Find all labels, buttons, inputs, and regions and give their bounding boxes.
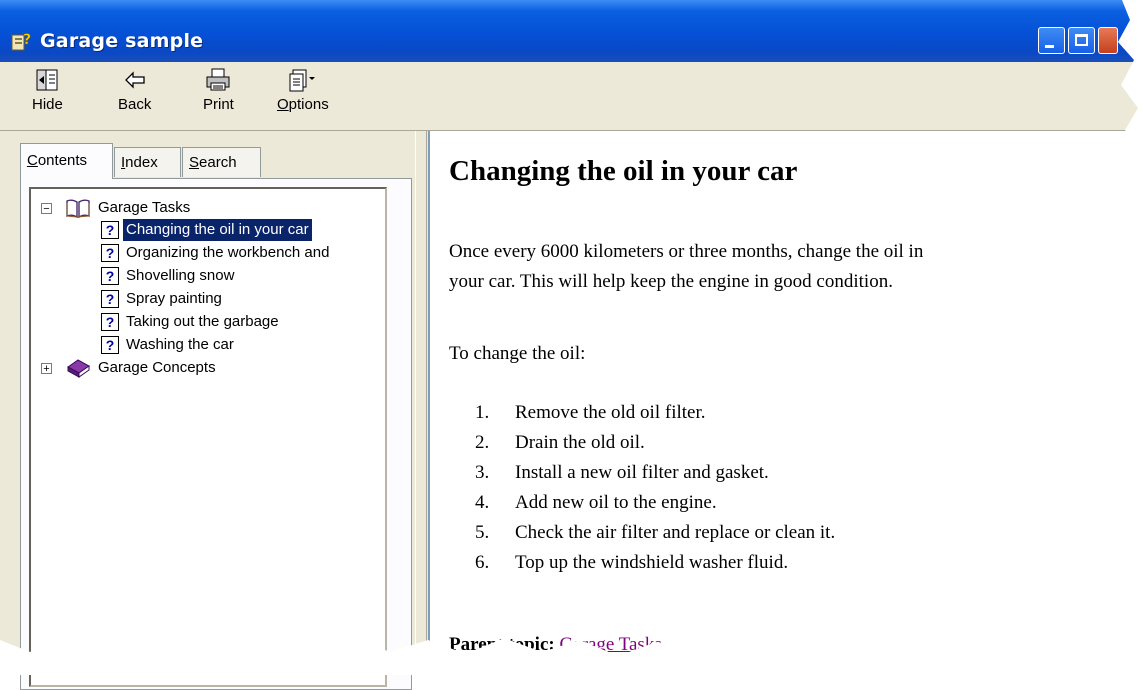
options-button[interactable]: Options [277,68,329,113]
options-accel: O [277,96,289,113]
topic-label: Shovelling snow [126,267,235,284]
tab-search[interactable]: Search [182,147,261,177]
step-number: 5. [475,522,490,543]
hide-pane-icon [36,69,58,91]
options-label: Options [277,96,329,113]
close-button[interactable] [1098,27,1118,54]
pane-splitter[interactable] [415,131,427,675]
maximize-button[interactable] [1068,27,1095,54]
step-number: 3. [475,462,490,483]
step-text: Add new oil to the engine. [515,492,717,513]
contents-tab-panel: − Garage Tasks ? Changing the oil in you… [20,178,412,690]
step-number: 2. [475,432,490,453]
printer-icon [206,68,230,91]
parent-topic-link[interactable]: Garage Tasks [559,634,661,655]
tab-contents-label: ontents [37,152,88,169]
hide-label: Hide [32,96,63,113]
tab-search-accel: S [189,154,200,171]
back-arrow-icon [124,71,145,89]
back-label: Back [118,96,152,113]
contents-tree[interactable]: − Garage Tasks ? Changing the oil in you… [29,187,387,687]
step-item: 6. Top up the windshield washer fluid. [449,548,835,578]
step-text: Drain the old oil. [515,432,645,453]
step-text: Remove the old oil filter. [515,402,706,423]
help-topic-icon: ? [101,313,119,331]
step-text: Check the air filter and replace or clea… [515,522,836,543]
help-window: ? Garage sample Hide Back Print Options … [0,0,1143,690]
navigation-pane: Contents Index Search − Garage Tasks ? C… [0,131,415,690]
title-bar[interactable]: ? Garage sample [0,0,1143,62]
help-topic-icon: ? [101,336,119,354]
tab-search-label: earch [199,154,237,171]
help-topic-icon: ? [101,221,119,239]
topic-label: Changing the oil in your car [122,218,313,242]
topic-content-pane: Changing the oil in your car Once every … [428,131,1143,675]
minimize-button[interactable] [1038,27,1065,54]
topic-label: Washing the car [126,336,234,353]
step-number: 6. [475,552,490,573]
help-book-icon: ? [11,32,31,51]
collapse-icon[interactable]: − [41,203,52,215]
step-item: 5. Check the air filter and replace or cl… [449,518,835,548]
tab-contents-accel: C [27,152,38,169]
back-button[interactable]: Back [118,68,151,113]
step-text: Top up the windshield washer fluid. [515,552,789,573]
parent-topic-label: Parent topic: [449,634,555,655]
topic-heading: Changing the oil in your car [449,155,798,187]
expand-icon[interactable]: + [41,363,52,375]
topic-label: Organizing the workbench and [126,244,330,261]
window-title: Garage sample [40,30,204,52]
tab-index-label: ndex [125,154,158,171]
parent-topic: Parent topic: Garage Tasks [449,634,662,656]
book-label: Garage Tasks [98,199,191,216]
tab-index[interactable]: Index [114,147,181,177]
step-item: 1. Remove the old oil filter. [449,398,835,428]
help-topic-icon: ? [101,290,119,308]
book-label: Garage Concepts [98,359,216,376]
topic-label: Spray painting [126,290,222,307]
maximize-icon [1075,34,1088,46]
options-label-rest: ptions [288,96,329,113]
step-number: 1. [475,402,490,423]
tab-contents[interactable]: Contents [20,143,113,179]
minimize-icon [1045,45,1054,48]
step-text: Install a new oil filter and gasket. [515,462,769,483]
print-button[interactable]: Print [203,68,234,113]
hide-button[interactable]: Hide [32,68,63,113]
closed-book-icon [67,359,90,378]
help-topic-icon: ? [101,267,119,285]
toolbar: Hide Back Print Options [0,62,1143,131]
step-number: 4. [475,492,490,513]
step-item: 2. Drain the old oil. [449,428,835,458]
intro-paragraph: Once every 6000 kilometers or three mont… [449,237,923,297]
intro-line: Once every 6000 kilometers or three mont… [449,241,924,262]
topic-label: Taking out the garbage [126,313,279,330]
svg-text:?: ? [23,32,31,48]
help-topic-icon: ? [101,244,119,262]
options-icon [289,69,315,92]
open-book-icon [66,199,90,218]
intro-line: your car. This will help keep the engine… [449,271,893,292]
step-item: 3. Install a new oil filter and gasket. [449,458,835,488]
steps-intro: To change the oil: [449,343,586,364]
print-label: Print [203,96,234,113]
steps-list: 1. Remove the old oil filter. 2. Drain the… [449,398,835,578]
step-item: 4. Add new oil to the engine. [449,488,835,518]
